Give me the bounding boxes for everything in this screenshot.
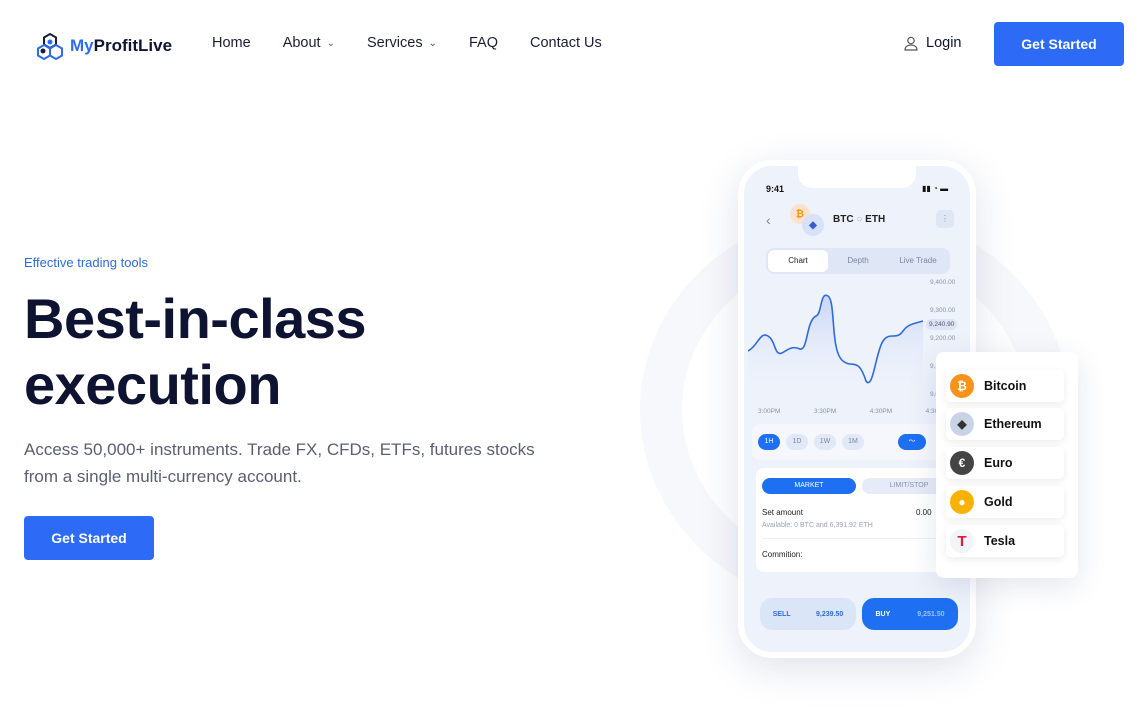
more-icon[interactable]: ⋮ (936, 210, 954, 228)
gold-icon: ● (950, 490, 974, 514)
commission-label: Commition: (762, 550, 803, 559)
nav-label: FAQ (468, 35, 498, 51)
title-line1: Best-in-class (24, 287, 367, 350)
nav-label: Contact Us (530, 35, 602, 51)
ethereum-icon: ◆ (950, 412, 974, 436)
asset-name: Tesla (984, 534, 1016, 548)
range-1m[interactable]: 1M (842, 434, 864, 450)
title-line2: execution (24, 353, 281, 416)
nav-label: Services (366, 35, 423, 51)
top-nav: MyProfitLive Home About ⌄ Services ⌄ FAQ C… (0, 0, 1140, 86)
range-1w[interactable]: 1W (814, 434, 836, 450)
buy-price: 9,251.50 (917, 610, 945, 618)
current-price-label: 9,240.90 (926, 319, 958, 330)
asset-bitcoin[interactable]: ₿ Bitcoin (946, 370, 1064, 402)
nav-label: About (282, 35, 321, 51)
login-label: Login (926, 35, 962, 51)
range-1h[interactable]: 1H (758, 434, 780, 450)
asset-name: Gold (984, 495, 1013, 509)
chart-tabs: Chart Depth Live Trade (766, 248, 950, 274)
asset-gold[interactable]: ● Gold (946, 486, 1064, 518)
brand-part2: ProfitLive (93, 36, 173, 55)
euro-icon: € (950, 451, 974, 475)
y-tick: 9,400.00 (930, 279, 956, 286)
available-balance: Available: 0 BTC and 6,391.92 ETH (762, 522, 873, 529)
asset-tesla[interactable]: T Tesla (946, 525, 1064, 557)
y-tick: 9,200.00 (930, 335, 956, 342)
nav-contact[interactable]: Contact Us (530, 35, 602, 51)
logo[interactable]: MyProfitLive (36, 32, 172, 60)
asset-ethereum[interactable]: ◆ Ethereum (946, 408, 1064, 440)
asset-name: Euro (984, 456, 1013, 470)
asset-name: Bitcoin (984, 379, 1027, 393)
nav-services[interactable]: Services ⌄ (367, 35, 437, 51)
price-chart (748, 294, 924, 396)
x-tick: 3:30PM (813, 408, 837, 415)
sell-label: SELL (772, 610, 791, 618)
x-tick: 3:00PM (758, 408, 781, 415)
hero-title: Best-in-class execution (24, 286, 367, 418)
get-started-hero-button[interactable]: Get Started (24, 516, 154, 560)
set-amount-label: Set amount (762, 508, 803, 517)
brand-part1: My (70, 36, 94, 55)
login-link[interactable]: Login (904, 35, 961, 51)
back-icon[interactable]: ‹ (766, 212, 771, 228)
buy-label: BUY (875, 610, 891, 618)
sell-price: 9,239.50 (816, 610, 844, 618)
ethereum-icon: ◆ (802, 214, 824, 236)
get-started-nav-button[interactable]: Get Started (994, 22, 1124, 66)
logo-icon (37, 32, 63, 60)
line-chart-icon[interactable]: 〜 (898, 434, 926, 450)
buy-button[interactable]: BUY 9,251.50 (862, 598, 958, 630)
nav-home[interactable]: Home (212, 35, 251, 51)
bitcoin-icon: ₿ (950, 374, 974, 398)
swap-icon: ○ (856, 214, 863, 225)
phone-notch (798, 166, 916, 188)
pair-quote: ETH (865, 214, 886, 225)
pair-base: BTC (833, 214, 854, 225)
tab-live-trade[interactable]: Live Trade (888, 250, 948, 272)
tab-chart[interactable]: Chart (768, 250, 828, 272)
chevron-down-icon: ⌄ (428, 37, 437, 49)
nav-label: Home (212, 35, 251, 51)
nav-faq[interactable]: FAQ (469, 35, 498, 51)
sell-button[interactable]: SELL 9,239.50 (760, 598, 856, 630)
tesla-icon: T (950, 529, 974, 553)
user-icon (904, 36, 918, 51)
nav-about[interactable]: About ⌄ (283, 35, 335, 51)
asset-list-card: ₿ Bitcoin ◆ Ethereum € Euro ● Gold T Tesla (936, 352, 1078, 578)
chevron-down-icon: ⌄ (326, 37, 335, 49)
asset-euro[interactable]: € Euro (946, 447, 1064, 479)
x-tick: 4:30PM (869, 408, 893, 415)
phone-time: 9:41 (766, 184, 785, 194)
tab-market[interactable]: MARKET (762, 478, 856, 494)
hero-description: Access 50,000+ instruments. Trade FX, CF… (24, 440, 535, 486)
y-tick: 9,300.00 (930, 307, 956, 314)
set-amount-value[interactable]: 0.00 (916, 508, 932, 517)
range-1d[interactable]: 1D (786, 434, 808, 450)
status-icons: ▮▮ ◔ ▬ (922, 184, 949, 193)
hero-eyebrow: Effective trading tools (24, 255, 149, 270)
tab-depth[interactable]: Depth (828, 250, 888, 272)
asset-name: Ethereum (984, 417, 1042, 431)
